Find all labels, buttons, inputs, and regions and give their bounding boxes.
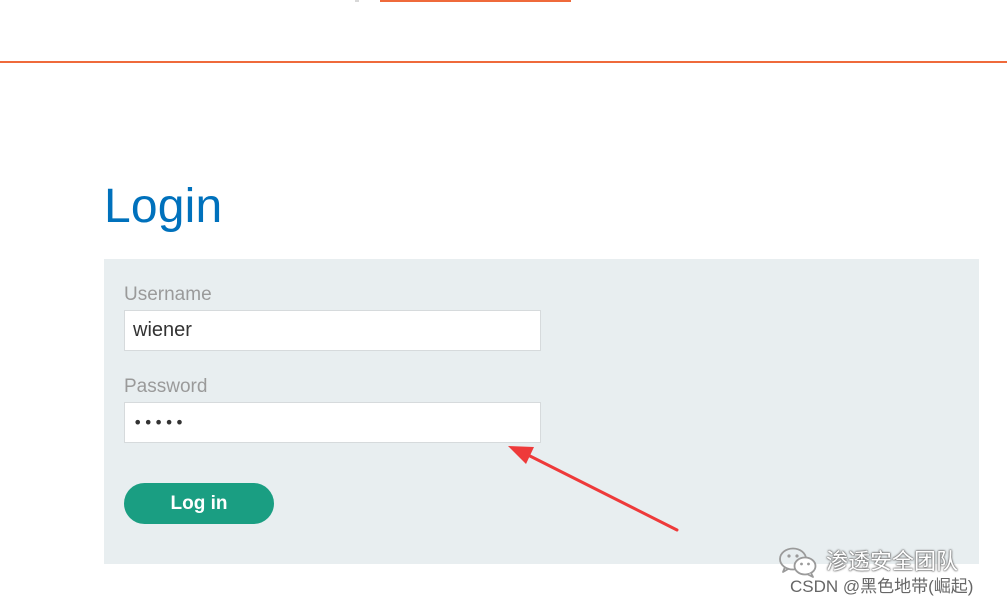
username-label: Username [124, 284, 212, 305]
header-nav-divider [355, 0, 359, 2]
page-title: Login [104, 180, 223, 233]
login-button[interactable]: Log in [124, 483, 274, 524]
watermark-team-name: 渗透安全团队 [826, 549, 959, 574]
wechat-icon [779, 547, 817, 578]
password-label: Password [124, 376, 208, 397]
header-nav-link-underline[interactable] [380, 0, 571, 2]
header-divider [0, 61, 1007, 63]
watermark: 渗透安全团队 [778, 545, 958, 579]
login-form: Username Password Log in [104, 259, 979, 564]
watermark-source: CSDN @黑色地带(崛起) [790, 577, 974, 596]
username-input[interactable] [124, 310, 541, 351]
password-input[interactable] [124, 402, 541, 443]
